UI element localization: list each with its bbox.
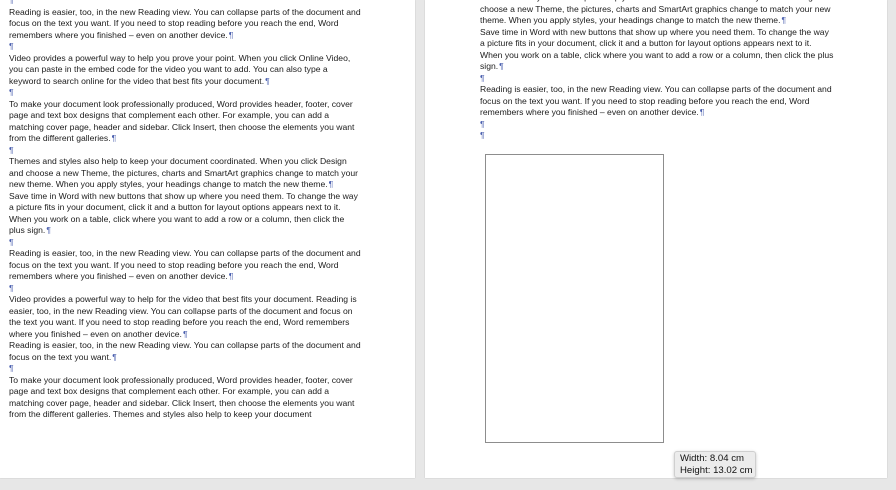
paragraph: Reading is easier, too, in the new Readi… [9,248,361,283]
paragraph-mark: ¶ [499,61,504,71]
paragraph-text: Save time in Word with new buttons that … [9,190,358,236]
paragraph: Themes and styles also help to keep your… [9,156,361,191]
paragraph-text: To make your document look professionall… [9,374,355,420]
empty-paragraph-mark: ¶ [9,363,14,373]
paragraph: Video provides a powerful way to help fo… [9,294,361,340]
paragraph-text: To make your document look professionall… [9,98,355,144]
paragraph-mark: ¶ [46,225,51,235]
empty-paragraph-mark: ¶ [9,87,14,97]
paragraph: To make your document look professionall… [9,99,361,145]
document-page-left[interactable]: ¶ Reading is easier, too, in the new Read… [0,0,415,478]
paragraph-text: Reading is easier, too, in the new Readi… [480,84,832,117]
paragraph-text: Themes and styles also help to keep your… [9,156,359,189]
paragraph: Themes and styles also help to keep your… [480,0,835,27]
page-body-text[interactable]: Themes and styles also help to keep your… [480,0,835,142]
paragraph-text: Reading is easier, too, in the new Readi… [9,6,361,40]
paragraph-mark: ¶ [228,271,234,281]
size-tooltip: Width: 8.04 cm Height: 13.02 cm [674,451,756,478]
paragraph: Reading is easier, too, in the new Readi… [480,84,835,119]
tooltip-height: Height: 13.02 cm [680,465,753,476]
tooltip-width: Width: 8.04 cm [680,453,744,464]
paragraph: Reading is easier, too, in the new Readi… [9,340,361,363]
paragraph-text: Reading is easier, too, in the new Readi… [9,340,361,362]
paragraph-text: Save time in Word with new buttons that … [480,26,834,72]
empty-paragraph-mark: ¶ [480,72,485,83]
inserted-shape-frame[interactable] [485,154,664,443]
paragraph: Video provides a powerful way to help yo… [9,53,361,88]
paragraph-mark: ¶ [228,29,234,40]
empty-paragraph-mark: ¶ [9,41,14,51]
paragraph-mark: ¶ [265,75,270,86]
paragraph: Save time in Word with new buttons that … [480,27,835,73]
empty-paragraph-mark: ¶ [480,130,485,140]
paragraph-mark: ¶ [699,107,705,117]
paragraph-text: Video provides a powerful way to help yo… [9,52,351,86]
paragraph: To make your document look professionall… [9,375,361,421]
paragraph: Save time in Word with new buttons that … [9,191,361,237]
paragraph: Reading is easier, too, in the new Readi… [9,7,361,42]
paragraph-text: Reading is easier, too, in the new Readi… [9,248,361,281]
empty-paragraph-mark: ¶ [9,144,14,155]
empty-paragraph-mark: ¶ [9,236,14,247]
empty-paragraph-mark: ¶ [9,282,14,293]
paragraph-mark: ¶ [781,15,787,25]
paragraph-mark: ¶ [328,179,334,189]
paragraph-mark: ¶ [111,133,117,143]
paragraph-mark: ¶ [182,328,188,339]
paragraph-mark: ¶ [112,351,117,362]
empty-paragraph-mark: ¶ [480,118,485,129]
page-body-text[interactable]: ¶ Reading is easier, too, in the new Read… [9,0,361,421]
